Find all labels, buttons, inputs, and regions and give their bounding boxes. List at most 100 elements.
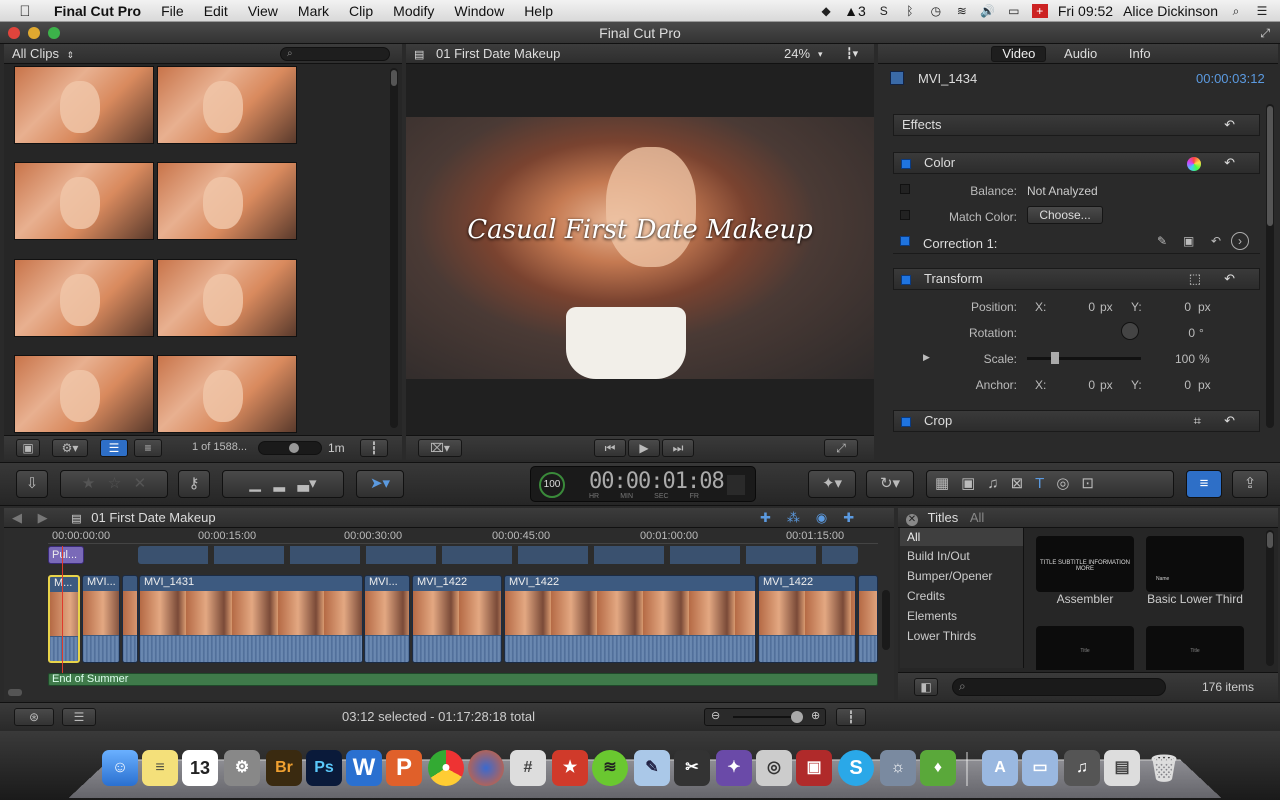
correction-checkbox[interactable] bbox=[900, 236, 910, 246]
clip-thumbnail[interactable] bbox=[14, 259, 154, 337]
music-clip[interactable]: End of Summer bbox=[48, 673, 878, 686]
import-media-icon[interactable]: ⇩ bbox=[16, 470, 48, 498]
fullscreen-icon[interactable]: ⤢ bbox=[1260, 22, 1270, 44]
clip-thumbnail[interactable] bbox=[14, 162, 154, 240]
keyword-icon[interactable]: ⚷ bbox=[178, 470, 210, 498]
uk-flag-icon[interactable]: + bbox=[1031, 3, 1048, 18]
fullscreen-play-icon[interactable]: ⤢ bbox=[824, 439, 858, 457]
category-all[interactable]: All bbox=[900, 528, 1023, 546]
edit-buttons[interactable]: ▁ ▂ ▃▾ bbox=[222, 470, 344, 498]
timeline-scrollbar[interactable] bbox=[882, 590, 890, 650]
anchor-y-value[interactable]: 0 bbox=[1169, 378, 1191, 392]
clip-thumbnail[interactable] bbox=[14, 66, 154, 144]
powerpoint-icon[interactable]: P bbox=[386, 750, 422, 786]
reset-icon[interactable]: ↶ bbox=[1224, 115, 1235, 135]
menu-user[interactable]: Alice Dickinson bbox=[1123, 3, 1218, 19]
dashboard[interactable]: 100 00:00:01:08 HR MIN SEC FR bbox=[530, 466, 756, 502]
clip-thumbnail[interactable] bbox=[157, 355, 297, 433]
filmstrip-view-icon[interactable]: ▣ bbox=[16, 439, 40, 457]
timeline-clip[interactable] bbox=[858, 575, 878, 663]
final-cut-pro-icon[interactable]: ✂ bbox=[674, 750, 710, 786]
title-template-thumb[interactable]: Name bbox=[1146, 536, 1244, 592]
zoom-dropdown-icon[interactable]: ▾ bbox=[818, 44, 823, 64]
bluetooth-icon[interactable]: ᛒ bbox=[902, 4, 918, 18]
connected-clips[interactable] bbox=[138, 546, 858, 564]
inspector-toggle-icon[interactable]: ≡ bbox=[1186, 470, 1222, 498]
applications-folder-icon[interactable]: A bbox=[982, 750, 1018, 786]
zoom-in-icon[interactable]: ⊕ bbox=[811, 709, 820, 722]
snapshot-icon[interactable]: ▣ bbox=[1183, 234, 1194, 248]
select-tool-icon[interactable]: ➤▾ bbox=[356, 470, 404, 498]
clip-thumbnail[interactable] bbox=[14, 355, 154, 433]
motion-icon[interactable]: ✦ bbox=[716, 750, 752, 786]
title-template-thumb[interactable]: TITLE SUBTITLE INFORMATION MORE bbox=[1036, 536, 1134, 592]
clip-thumbnail[interactable] bbox=[157, 162, 297, 240]
dvd-player-icon[interactable]: ◎ bbox=[756, 750, 792, 786]
event-library-icon[interactable]: ⊛ bbox=[14, 708, 54, 726]
media-browser-buttons[interactable]: ▦▣♫⊠T◎⊡ bbox=[926, 470, 1174, 498]
previous-frame-icon[interactable]: ⏮ bbox=[594, 439, 626, 457]
category-elements[interactable]: Elements bbox=[900, 606, 1023, 626]
crop-enable-checkbox[interactable] bbox=[901, 417, 911, 427]
sidebar-toggle-icon[interactable]: ◧ bbox=[914, 678, 938, 696]
timeline-clip[interactable] bbox=[122, 575, 138, 663]
notification-center-icon[interactable]: ☰ bbox=[1254, 4, 1270, 18]
skype-icon[interactable]: S bbox=[838, 750, 874, 786]
zoom-out-icon[interactable]: ⊖ bbox=[711, 709, 720, 722]
titles-scroll-thumb[interactable] bbox=[1267, 532, 1273, 548]
playhead[interactable] bbox=[62, 546, 63, 686]
play-icon[interactable]: ▶ bbox=[628, 439, 660, 457]
share-icon[interactable]: ⇪ bbox=[1232, 470, 1268, 498]
music-folder-icon[interactable]: ♫ bbox=[1064, 750, 1100, 786]
clip-thumbnail[interactable] bbox=[157, 259, 297, 337]
scale-value[interactable]: 100 bbox=[1173, 352, 1195, 366]
go-to-color-board-icon[interactable]: › bbox=[1231, 232, 1249, 250]
next-frame-icon[interactable]: ⏭ bbox=[662, 439, 694, 457]
correction-row[interactable]: Correction 1: ✎ ▣ ↶ › bbox=[893, 230, 1260, 254]
category-credits[interactable]: Credits bbox=[900, 586, 1023, 606]
slider-knob[interactable] bbox=[1051, 352, 1059, 364]
menu-window[interactable]: Window bbox=[444, 3, 514, 19]
rotation-dial[interactable] bbox=[1121, 322, 1139, 340]
timeline-clip[interactable]: MVI_1431 bbox=[139, 575, 363, 663]
documents-folder-icon[interactable]: ▭ bbox=[1022, 750, 1058, 786]
timecode-display[interactable]: 00:00:01:08 bbox=[589, 469, 725, 494]
calendar-icon[interactable]: 13 bbox=[182, 750, 218, 786]
close-window-icon[interactable] bbox=[8, 27, 20, 39]
enhancements-icon[interactable]: ✦▾ bbox=[808, 470, 856, 498]
transform-section[interactable]: Transform ⬚ ↶ bbox=[893, 268, 1260, 290]
menu-help[interactable]: Help bbox=[514, 3, 563, 19]
forward-icon[interactable]: ▶ bbox=[38, 510, 48, 525]
dropbox-icon[interactable]: ◆ bbox=[818, 4, 834, 18]
back-icon[interactable]: ◀ bbox=[12, 510, 22, 525]
filmstrip-mode-button[interactable]: ☰ bbox=[100, 439, 128, 457]
title-template-thumb[interactable]: Title bbox=[1146, 626, 1244, 670]
time-machine-icon[interactable]: ◷ bbox=[928, 4, 944, 18]
timeline-clip[interactable]: MVI_1422 bbox=[758, 575, 856, 663]
menu-edit[interactable]: Edit bbox=[194, 3, 238, 19]
choose-button[interactable]: Choose... bbox=[1027, 206, 1103, 224]
menu-clock[interactable]: Fri 09:52 bbox=[1058, 3, 1113, 19]
clip-thumbnail[interactable] bbox=[157, 66, 297, 144]
chrome-icon[interactable]: ● bbox=[428, 750, 464, 786]
browser-scroll-thumb[interactable] bbox=[391, 70, 397, 86]
skype-status-icon[interactable]: S bbox=[876, 4, 892, 18]
clip-zoom-slider[interactable] bbox=[258, 441, 322, 455]
timeline-clip[interactable]: MVI... bbox=[364, 575, 410, 663]
bridge-icon[interactable]: Br bbox=[266, 750, 302, 786]
menu-file[interactable]: File bbox=[151, 3, 194, 19]
timeline-hscroll-thumb[interactable] bbox=[8, 689, 22, 696]
title-clip[interactable]: Pul... bbox=[48, 546, 84, 564]
color-board-icon[interactable] bbox=[1187, 157, 1201, 171]
zoom-window-icon[interactable] bbox=[48, 27, 60, 39]
timeline-zoom-slider[interactable]: ⊖ ⊕ bbox=[704, 708, 826, 726]
retime-icon[interactable]: ↻▾ bbox=[866, 470, 914, 498]
category-bumper-opener[interactable]: Bumper/Opener bbox=[900, 566, 1023, 586]
photoshop-icon[interactable]: Ps bbox=[306, 750, 342, 786]
calculator-icon[interactable]: # bbox=[510, 750, 546, 786]
rating-buttons[interactable]: ★ ☆ ✕ bbox=[60, 470, 168, 498]
crop-tool-icon[interactable]: ⌗ bbox=[1194, 411, 1201, 431]
titles-search-input[interactable]: ⌕ bbox=[952, 678, 1166, 696]
menu-clip[interactable]: Clip bbox=[339, 3, 383, 19]
fantastical-icon[interactable]: ★ bbox=[552, 750, 588, 786]
